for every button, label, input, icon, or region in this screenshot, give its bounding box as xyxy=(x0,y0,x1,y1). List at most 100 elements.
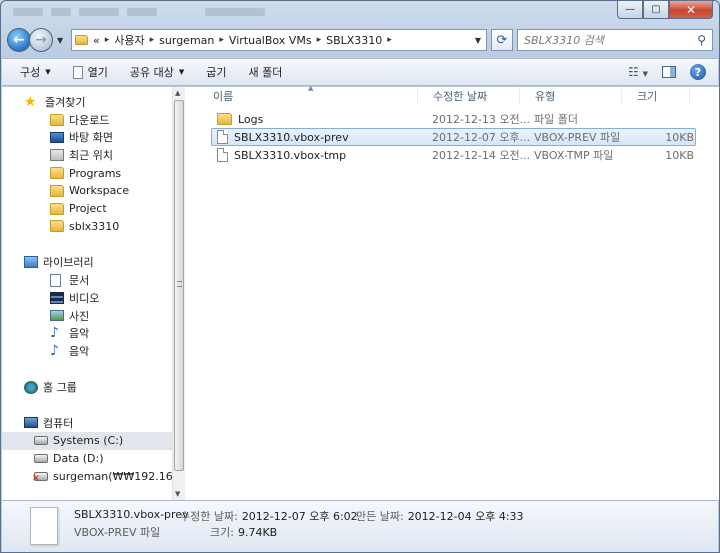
breadcrumb-users[interactable]: 사용자 xyxy=(114,32,144,48)
new-folder-button[interactable]: 새 폴더 xyxy=(249,64,283,80)
nav-label: Systems (C:) xyxy=(53,434,124,448)
nav-item-recent-places[interactable]: 최근 위치 xyxy=(2,146,183,164)
file-date: 2012-12-07 오후... xyxy=(432,131,531,144)
nav-item-drive-d[interactable]: Data (D:) xyxy=(2,450,183,468)
address-dropdown-button[interactable]: ▼ xyxy=(470,36,486,45)
breadcrumb-overflow[interactable]: « xyxy=(93,34,100,47)
arrow-left-icon: ← xyxy=(13,32,25,48)
recent-pages-dropdown[interactable]: ▼ xyxy=(57,36,67,45)
nav-label: Project xyxy=(69,202,107,216)
explorer-window: — ▢ ✕ ← → ▼ « ▸ 사용자 ▸ surgeman ▸ Virtual… xyxy=(0,0,720,553)
nav-libraries[interactable]: 라이브러리 xyxy=(2,253,183,271)
preview-pane-button[interactable] xyxy=(662,66,676,78)
breadcrumb-surgeman[interactable]: surgeman xyxy=(159,34,214,47)
nav-scrollbar[interactable]: ▲ ▼ xyxy=(172,87,185,500)
open-button[interactable]: 열기 xyxy=(72,64,108,80)
nav-label: 사진 xyxy=(69,309,90,323)
search-input[interactable]: SBLX3310 검색 ⚲ xyxy=(517,29,713,51)
column-name-label: 이름 xyxy=(213,90,234,103)
refresh-button[interactable]: ⟳ xyxy=(491,29,513,51)
file-name: SBLX3310.vbox-tmp xyxy=(234,148,347,162)
nav-item-sblx3310[interactable]: sblx3310 xyxy=(2,218,183,236)
column-header-type[interactable]: 유형 xyxy=(520,87,622,105)
chevron-right-icon[interactable]: ▸ xyxy=(219,35,224,45)
view-options-button[interactable]: ☷ ▼ xyxy=(628,65,648,79)
nav-item-drive-c[interactable]: Systems (C:) xyxy=(2,431,183,450)
nav-item-network-drive[interactable]: surgeman(₩₩192.168.0.100) xyxy=(2,467,219,485)
music-note-icon: ♪ xyxy=(50,325,59,342)
table-row[interactable]: Logs 2012-12-13 오전... 파일 폴더 xyxy=(211,110,696,128)
minimize-button[interactable]: — xyxy=(617,1,643,19)
file-name: SBLX3310.vbox-prev xyxy=(234,130,349,144)
file-icon xyxy=(217,148,228,162)
details-created-value: 2012-12-04 오후 4:33 xyxy=(407,510,524,523)
nav-scroll-thumb[interactable] xyxy=(174,100,184,471)
chevron-right-icon[interactable]: ▸ xyxy=(105,35,110,45)
file-large-icon xyxy=(30,507,58,545)
nav-item-videos[interactable]: 비디오 xyxy=(2,289,183,307)
folder-icon xyxy=(50,220,64,233)
open-label: 열기 xyxy=(87,66,108,79)
file-type: VBOX-TMP 파일 xyxy=(534,149,614,162)
help-button[interactable]: ? xyxy=(690,64,706,80)
column-header-name[interactable]: 이름 ▲ xyxy=(198,84,418,105)
chevron-right-icon[interactable]: ▸ xyxy=(387,35,392,45)
nav-label: 홈 그룹 xyxy=(43,381,77,395)
file-size: 10KB xyxy=(665,130,694,144)
nav-homegroup[interactable]: 홈 그룹 xyxy=(2,378,183,396)
organize-button[interactable]: 구성 ▼ xyxy=(20,64,51,80)
nav-item-documents[interactable]: 문서 xyxy=(2,271,183,289)
file-name: Logs xyxy=(238,112,264,126)
pane-splitter[interactable] xyxy=(185,87,198,500)
nav-item-pictures[interactable]: 사진 xyxy=(2,307,183,325)
table-row[interactable]: SBLX3310.vbox-tmp 2012-12-14 오전... VBOX-… xyxy=(211,146,696,164)
file-icon xyxy=(217,130,228,144)
nav-tree: ★ 즐겨찾기 다운로드 바탕 화면 최근 위치 Programs Workspac… xyxy=(2,93,219,485)
column-headers: 이름 ▲ 수정한 날짜 유형 크기 xyxy=(198,84,719,105)
nav-label: sblx3310 xyxy=(69,219,120,233)
command-bar: 구성 ▼ 열기 공유 대상 ▼ 굽기 새 폴더 ☷ ▼ ? xyxy=(2,58,718,86)
chevron-down-icon: ▼ xyxy=(45,68,51,76)
nav-item-desktop[interactable]: 바탕 화면 xyxy=(2,129,183,147)
toolbar-right-group: ☷ ▼ ? xyxy=(628,64,718,80)
nav-label: 즐겨찾기 xyxy=(45,95,86,109)
column-header-size[interactable]: 크기 xyxy=(622,87,690,105)
address-bar[interactable]: « ▸ 사용자 ▸ surgeman ▸ VirtualBox VMs ▸ SB… xyxy=(71,29,487,51)
scroll-up-arrow-icon[interactable]: ▲ xyxy=(175,89,180,97)
column-header-date[interactable]: 수정한 날짜 xyxy=(418,87,520,105)
nav-item-downloads[interactable]: 다운로드 xyxy=(2,111,183,129)
nav-item-music-2[interactable]: ♪ 음악 xyxy=(2,342,183,360)
nav-favorites[interactable]: ★ 즐겨찾기 xyxy=(2,93,183,111)
details-created-label: 만든 날짜: xyxy=(356,510,404,523)
back-button[interactable]: ← xyxy=(7,28,31,52)
burn-button[interactable]: 굽기 xyxy=(206,64,226,80)
details-size-label: 크기: xyxy=(210,526,234,539)
breadcrumb-sblx3310[interactable]: SBLX3310 xyxy=(326,34,382,47)
file-list-pane: 이름 ▲ 수정한 날짜 유형 크기 Logs 2012-12-13 오전... … xyxy=(198,84,719,500)
library-icon xyxy=(24,256,38,269)
maximize-button[interactable]: ▢ xyxy=(643,1,669,19)
chevron-right-icon[interactable]: ▸ xyxy=(317,35,322,45)
scroll-down-arrow-icon[interactable]: ▼ xyxy=(175,490,180,498)
close-button[interactable]: ✕ xyxy=(669,1,713,19)
nav-item-music[interactable]: ♪ 음악 xyxy=(2,325,183,343)
video-icon xyxy=(50,291,64,304)
nav-item-project[interactable]: Project xyxy=(2,200,183,218)
file-date: 2012-12-13 오전... xyxy=(432,113,531,126)
chevron-right-icon[interactable]: ▸ xyxy=(150,35,155,45)
search-icon[interactable]: ⚲ xyxy=(697,33,706,47)
nav-item-workspace[interactable]: Workspace xyxy=(2,182,183,200)
nav-computer[interactable]: 컴퓨터 xyxy=(2,414,183,432)
table-row[interactable]: SBLX3310.vbox-prev 2012-12-07 오후... VBOX… xyxy=(211,128,696,146)
navigation-pane: ★ 즐겨찾기 다운로드 바탕 화면 최근 위치 Programs Workspac… xyxy=(2,87,219,500)
nav-label: 최근 위치 xyxy=(69,149,113,163)
nav-item-programs[interactable]: Programs xyxy=(2,164,183,182)
sort-ascending-icon: ▲ xyxy=(308,84,314,92)
chevron-down-icon: ▼ xyxy=(178,68,185,76)
breadcrumb-virtualbox-vms[interactable]: VirtualBox VMs xyxy=(229,34,312,47)
share-label: 공유 대상 xyxy=(129,66,174,79)
forward-button[interactable]: → xyxy=(29,28,53,52)
drive-icon xyxy=(34,453,48,463)
share-button[interactable]: 공유 대상 ▼ xyxy=(130,64,184,80)
